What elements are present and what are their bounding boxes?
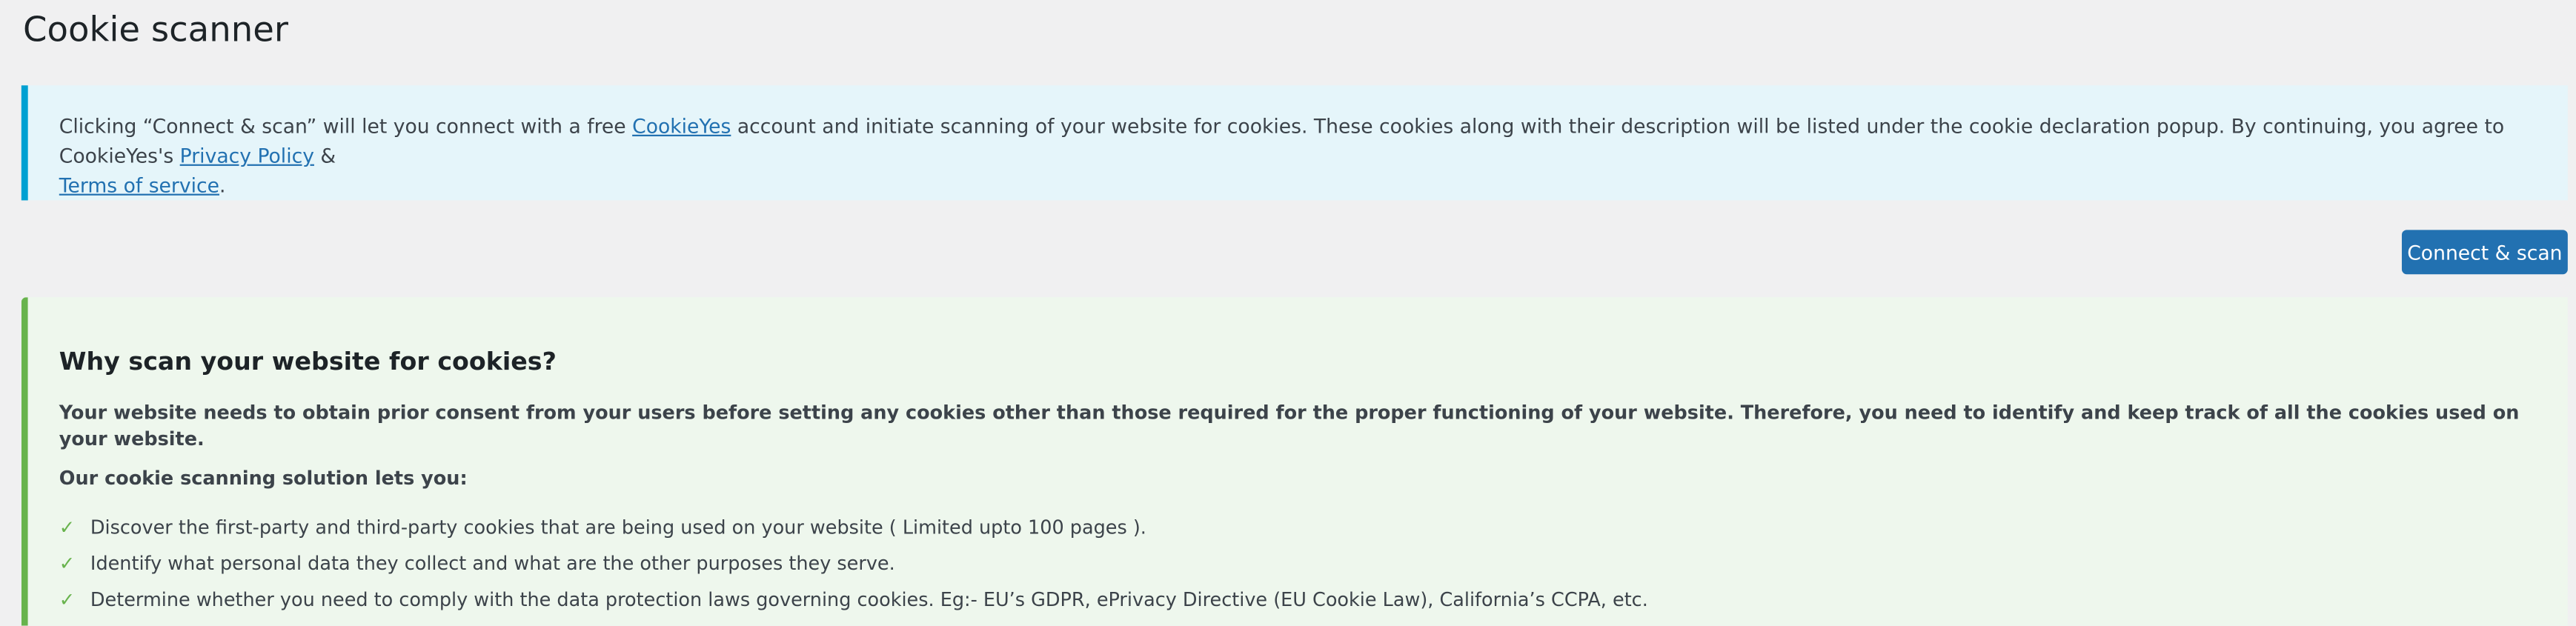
page-title: Cookie scanner: [23, 10, 289, 50]
list-item-text: Determine whether you need to comply wit…: [90, 587, 1648, 611]
list-item: ✓ Discover the first-party and third-part…: [59, 514, 2568, 540]
notice-text: .: [219, 173, 226, 198]
list-item-text: Discover the first-party and third-party…: [90, 516, 1146, 539]
list-item: ✓ Determine whether you need to comply wi…: [59, 586, 2568, 612]
check-icon: ✓: [59, 551, 76, 575]
why-scan-heading: Why scan your website for cookies?: [59, 346, 557, 376]
notice-text: Clicking “Connect & scan” will let you c…: [59, 115, 633, 139]
info-notice: Clicking “Connect & scan” will let you c…: [21, 85, 2568, 201]
why-scan-intro: Your website needs to obtain prior conse…: [59, 400, 2520, 450]
privacy-policy-link[interactable]: Privacy Policy: [180, 144, 314, 167]
check-icon: ✓: [59, 587, 76, 611]
cookie-scanner-page: Cookie scanner Clicking “Connect & scan”…: [0, 0, 2576, 626]
why-scan-lead: Our cookie scanning solution lets you:: [59, 466, 468, 490]
notice-text: &: [313, 144, 336, 168]
benefits-list: ✓ Discover the first-party and third-part…: [59, 514, 2568, 613]
list-item: ✓ Identify what personal data they collec…: [59, 550, 2568, 576]
cookieyes-link[interactable]: CookieYes: [632, 115, 731, 138]
check-icon: ✓: [59, 516, 76, 539]
connect-scan-button[interactable]: Connect & scan: [2401, 230, 2568, 275]
why-scan-panel: Why scan your website for cookies? Your …: [21, 297, 2568, 626]
terms-of-service-link[interactable]: Terms of service: [59, 174, 219, 197]
list-item-text: Identify what personal data they collect…: [90, 551, 895, 575]
